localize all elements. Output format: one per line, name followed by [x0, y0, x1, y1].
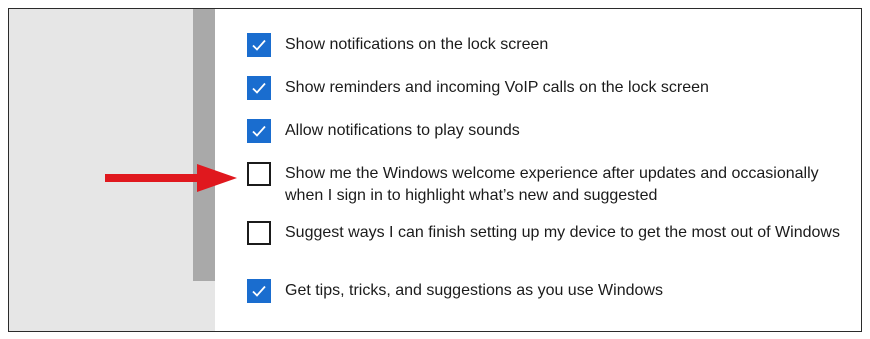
checkbox-lock-screen-notifications[interactable]: [247, 33, 271, 57]
checkbox-voip-reminders[interactable]: [247, 76, 271, 100]
setting-label: Show me the Windows welcome experience a…: [285, 165, 819, 204]
checkbox-tips-and-tricks[interactable]: [247, 279, 271, 303]
checkmark-icon: [252, 82, 266, 94]
setting-row-welcome-experience[interactable]: Show me the Windows welcome experience a…: [247, 162, 847, 207]
setting-label: Get tips, tricks, and suggestions as you…: [285, 282, 663, 299]
checkmark-icon: [252, 125, 266, 137]
checkbox-notification-sounds[interactable]: [247, 119, 271, 143]
setting-row-finish-setup-suggestions[interactable]: Suggest ways I can finish setting up my …: [247, 221, 847, 245]
checkbox-welcome-experience[interactable]: [247, 162, 271, 186]
setting-row-voip-reminders[interactable]: Show reminders and incoming VoIP calls o…: [247, 76, 847, 100]
checkbox-finish-setup-suggestions[interactable]: [247, 221, 271, 245]
red-arrow-icon: [105, 164, 237, 192]
checkmark-icon: [252, 39, 266, 51]
notification-settings-list: Show notifications on the lock screen Sh…: [247, 9, 857, 331]
setting-row-tips-and-tricks[interactable]: Get tips, tricks, and suggestions as you…: [247, 279, 847, 303]
setting-label: Allow notifications to play sounds: [285, 122, 520, 139]
settings-window: Show notifications on the lock screen Sh…: [8, 8, 862, 332]
setting-label: Suggest ways I can finish setting up my …: [285, 224, 840, 241]
checkmark-icon: [252, 285, 266, 297]
setting-row-notification-sounds[interactable]: Allow notifications to play sounds: [247, 119, 847, 143]
setting-label: Show reminders and incoming VoIP calls o…: [285, 79, 709, 96]
scrollbar[interactable]: [193, 9, 215, 281]
setting-row-lock-screen-notifications[interactable]: Show notifications on the lock screen: [247, 33, 847, 57]
setting-label: Show notifications on the lock screen: [285, 36, 549, 53]
